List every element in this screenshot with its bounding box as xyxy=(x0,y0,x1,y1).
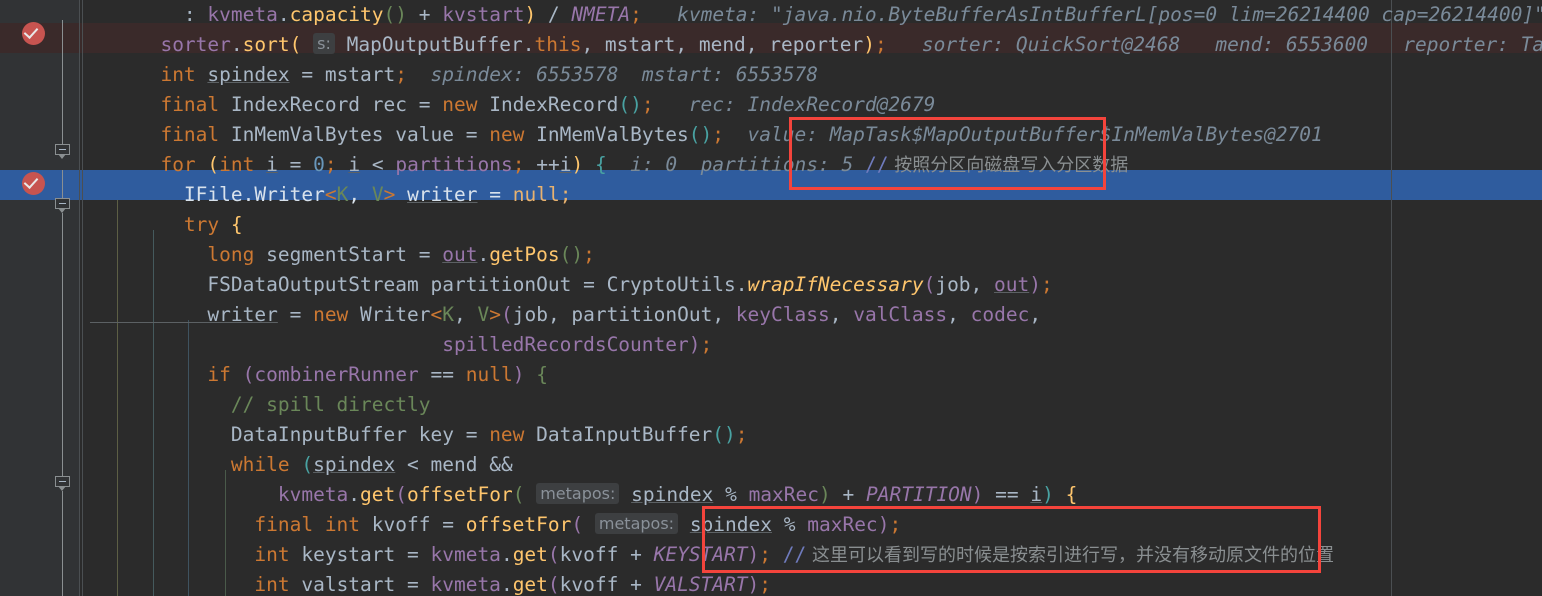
code-line[interactable]: int spindex = mstart; spindex: 6553578 m… xyxy=(80,60,1542,90)
code-line-content: writer = new Writer<K, V>(job, partition… xyxy=(90,303,1042,326)
code-line[interactable]: // spill directly xyxy=(80,390,1542,420)
code-line-content: int keystart = kvmeta.get(kvoff + KEYSTA… xyxy=(254,543,1334,566)
code-line-content: final InMemValBytes value = new InMemVal… xyxy=(160,123,1323,146)
fold-collapse-icon[interactable] xyxy=(55,198,70,213)
code-line[interactable]: writer = new Writer<K, V>(job, partition… xyxy=(80,300,1542,330)
code-line[interactable]: long segmentStart = out.getPos(); xyxy=(80,240,1542,270)
code-line-content: int spindex = mstart; spindex: 6553578 m… xyxy=(160,63,818,86)
code-line[interactable]: int keystart = kvmeta.get(kvoff + KEYSTA… xyxy=(80,540,1542,570)
code-canvas[interactable]: : kvmeta.capacity() + kvstart) / NMETA; … xyxy=(80,0,1542,596)
fold-region-line xyxy=(62,213,63,476)
inlay-hint-parameter[interactable]: metapos: xyxy=(594,513,679,534)
editor-root: : kvmeta.capacity() + kvstart) / NMETA; … xyxy=(0,0,1542,596)
code-line-content: for (int i = 0; i < partitions; ++i) { i… xyxy=(160,153,1129,176)
code-line[interactable]: while (spindex < mend && xyxy=(80,450,1542,480)
editor-gutter[interactable] xyxy=(0,0,80,596)
breakpoint-verified-icon[interactable] xyxy=(22,172,45,195)
code-line-content: if (combinerRunner == null) { xyxy=(207,363,548,386)
code-line-content: int valstart = kvmeta.get(kvoff + VALSTA… xyxy=(254,573,772,596)
code-line-content: : kvmeta.capacity() + kvstart) / NMETA; … xyxy=(90,3,1542,26)
code-line[interactable]: kvmeta.get(offsetFor( metapos: spindex %… xyxy=(80,480,1542,510)
fold-collapse-icon[interactable] xyxy=(55,144,70,159)
code-line[interactable]: : kvmeta.capacity() + kvstart) / NMETA; … xyxy=(80,0,1542,30)
code-line[interactable]: for (int i = 0; i < partitions; ++i) { i… xyxy=(80,150,1542,180)
code-line[interactable]: final InMemValBytes value = new InMemVal… xyxy=(80,120,1542,150)
inlay-hint-parameter[interactable]: s: xyxy=(313,33,335,54)
right-margin-guide xyxy=(1391,0,1392,596)
code-line-content: // spill directly xyxy=(230,393,431,416)
code-line[interactable]: if (combinerRunner == null) { xyxy=(80,360,1542,390)
fold-region-line xyxy=(62,170,63,198)
code-line[interactable]: DataInputBuffer key = new DataInputBuffe… xyxy=(80,420,1542,450)
code-line-content: FSDataOutputStream partitionOut = Crypto… xyxy=(207,273,1053,296)
code-line[interactable]: try { xyxy=(80,210,1542,240)
code-line[interactable]: final IndexRecord rec = new IndexRecord(… xyxy=(80,90,1542,120)
code-line-content: while (spindex < mend && xyxy=(230,453,513,476)
code-line[interactable]: int valstart = kvmeta.get(kvoff + VALSTA… xyxy=(80,570,1542,596)
code-line[interactable]: spilledRecordsCounter); xyxy=(80,330,1542,360)
code-line-content: long segmentStart = out.getPos(); xyxy=(207,243,595,266)
code-line-content: kvmeta.get(offsetFor( metapos: spindex %… xyxy=(277,483,1078,506)
code-line-content: DataInputBuffer key = new DataInputBuffe… xyxy=(230,423,748,446)
code-line[interactable]: sorter.sort( s: MapOutputBuffer.this, ms… xyxy=(80,30,1542,60)
code-line[interactable]: IFile.Writer<K, V> writer = null; xyxy=(80,180,1542,210)
code-line-content: spilledRecordsCounter); xyxy=(442,333,713,356)
fold-collapse-icon[interactable] xyxy=(55,476,70,491)
inlay-hint-parameter[interactable]: metapos: xyxy=(536,483,620,504)
gutter-separator xyxy=(79,0,80,596)
code-line[interactable]: FSDataOutputStream partitionOut = Crypto… xyxy=(80,270,1542,300)
code-line-content: IFile.Writer<K, V> writer = null; xyxy=(183,183,572,206)
code-line-content: sorter.sort( s: MapOutputBuffer.this, ms… xyxy=(160,33,1542,56)
fold-region-line xyxy=(62,20,63,148)
code-line[interactable]: final int kvoff = offsetFor( metapos: sp… xyxy=(80,510,1542,540)
fold-region-line xyxy=(62,491,63,596)
code-line-content: final IndexRecord rec = new IndexRecord(… xyxy=(160,93,936,116)
code-line-content: final int kvoff = offsetFor( metapos: sp… xyxy=(254,513,902,536)
code-line-content: try { xyxy=(183,213,243,236)
breakpoint-verified-icon[interactable] xyxy=(22,22,45,45)
